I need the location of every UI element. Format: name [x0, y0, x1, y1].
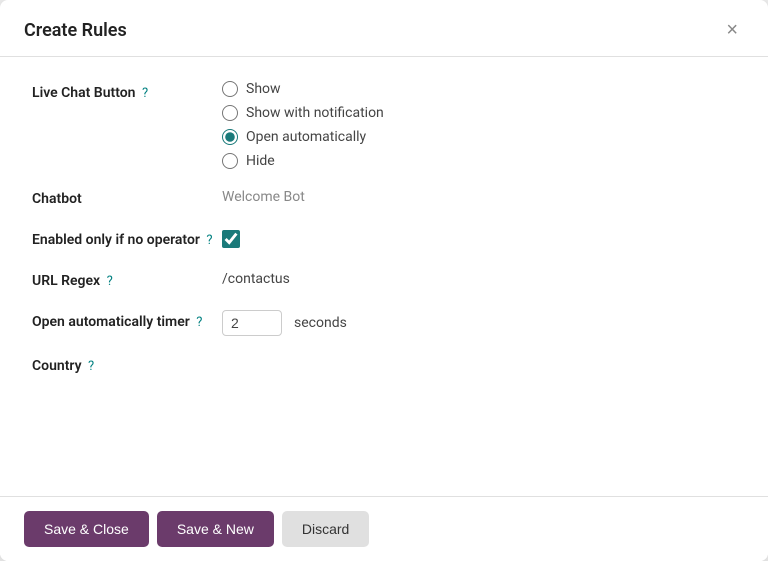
dialog-header: Create Rules ×	[0, 0, 768, 57]
save-new-button[interactable]: Save & New	[157, 511, 274, 547]
live-chat-button-radio-group: Show Show with notification Open automat…	[222, 81, 736, 169]
open-timer-label: Open automatically timer ?	[32, 310, 222, 333]
save-close-button[interactable]: Save & Close	[24, 511, 149, 547]
open-timer-help-icon[interactable]: ?	[196, 313, 202, 333]
radio-show-label: Show	[246, 81, 281, 97]
radio-hide[interactable]: Hide	[222, 153, 736, 169]
open-timer-row: Open automatically timer ? seconds	[32, 310, 736, 336]
dialog-body: Live Chat Button ? Show Show with notifi…	[0, 57, 768, 496]
country-label: Country ?	[32, 354, 222, 377]
open-timer-field: seconds	[222, 310, 736, 336]
url-regex-value: /contactus	[222, 269, 736, 287]
live-chat-button-help-icon[interactable]: ?	[142, 84, 148, 104]
url-regex-label: URL Regex ?	[32, 269, 222, 292]
live-chat-button-label: Live Chat Button ?	[32, 81, 222, 104]
dialog-title: Create Rules	[24, 20, 127, 41]
enabled-only-help-icon[interactable]: ?	[206, 231, 212, 251]
radio-show-notification-label: Show with notification	[246, 105, 384, 121]
radio-show-notification-input[interactable]	[222, 105, 238, 121]
url-regex-row: URL Regex ? /contactus	[32, 269, 736, 292]
radio-show[interactable]: Show	[222, 81, 736, 97]
discard-button[interactable]: Discard	[282, 511, 369, 547]
timer-row: seconds	[222, 310, 736, 336]
chatbot-label: Chatbot	[32, 187, 222, 210]
url-regex-help-icon[interactable]: ?	[107, 272, 113, 292]
enabled-only-label: Enabled only if no operator ?	[32, 228, 222, 251]
chatbot-value: Welcome Bot	[222, 187, 736, 205]
timer-input[interactable]	[222, 310, 282, 336]
radio-open-automatically-input[interactable]	[222, 129, 238, 145]
live-chat-button-row: Live Chat Button ? Show Show with notifi…	[32, 81, 736, 169]
radio-open-automatically[interactable]: Open automatically	[222, 129, 736, 145]
enabled-only-row: Enabled only if no operator ?	[32, 228, 736, 251]
radio-hide-label: Hide	[246, 153, 275, 169]
create-rules-dialog: Create Rules × Live Chat Button ? Show S…	[0, 0, 768, 561]
dialog-footer: Save & Close Save & New Discard	[0, 496, 768, 561]
live-chat-button-field: Show Show with notification Open automat…	[222, 81, 736, 169]
enabled-only-field	[222, 228, 736, 248]
chatbot-row: Chatbot Welcome Bot	[32, 187, 736, 210]
radio-show-notification[interactable]: Show with notification	[222, 105, 736, 121]
close-button[interactable]: ×	[720, 18, 744, 42]
radio-hide-input[interactable]	[222, 153, 238, 169]
country-row: Country ?	[32, 354, 736, 377]
country-help-icon[interactable]: ?	[88, 357, 94, 377]
country-field	[222, 354, 736, 356]
radio-show-input[interactable]	[222, 81, 238, 97]
enabled-only-checkbox[interactable]	[222, 230, 240, 248]
timer-unit: seconds	[294, 315, 347, 331]
radio-open-automatically-label: Open automatically	[246, 129, 366, 145]
